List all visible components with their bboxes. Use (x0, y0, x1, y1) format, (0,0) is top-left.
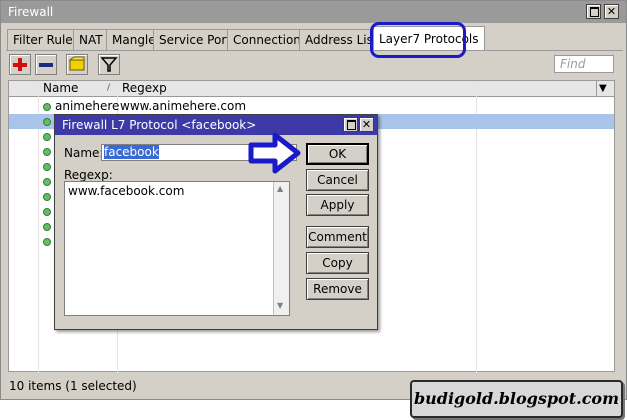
status-dot-icon (43, 103, 51, 111)
cancel-button[interactable]: Cancel (306, 169, 369, 191)
apply-button[interactable]: Apply (306, 194, 369, 216)
table-row[interactable]: animehere www.animehere.com (9, 99, 614, 114)
close-button[interactable]: ✕ (604, 4, 619, 19)
header-regexp[interactable]: Regexp (118, 81, 477, 97)
row-name: animehere (55, 99, 120, 113)
window-title: Firewall (8, 5, 54, 19)
header-extra (477, 81, 597, 97)
status-bar: 10 items (1 selected) (9, 379, 137, 393)
status-dot-icon (43, 193, 51, 201)
name-label: Name: (64, 146, 104, 160)
add-button[interactable] (9, 54, 31, 75)
maximize-icon (347, 120, 356, 130)
status-dot-icon (43, 223, 51, 231)
regexp-label: Regexp: (64, 168, 113, 182)
regexp-scrollbar[interactable]: ▲ ▼ (273, 182, 289, 315)
filter-button[interactable] (98, 54, 120, 75)
close-icon: ✕ (361, 118, 372, 131)
column-menu-icon[interactable]: ▼ (599, 83, 607, 94)
note-icon (68, 56, 85, 71)
status-dot-icon (43, 133, 51, 141)
dialog-titlebar: Firewall L7 Protocol <facebook> ✕ (55, 115, 377, 135)
scroll-up-icon[interactable]: ▲ (277, 184, 283, 193)
status-dot-icon (43, 178, 51, 186)
status-dot-icon (43, 118, 51, 126)
status-dot-icon (43, 148, 51, 156)
maximize-icon (590, 7, 599, 17)
sort-icon: / (107, 83, 111, 93)
header-name[interactable]: Name / (39, 81, 118, 97)
scroll-down-icon[interactable]: ▼ (277, 301, 283, 310)
tab-divider (6, 50, 623, 51)
header-flag-column (9, 81, 39, 97)
status-dot-icon (43, 208, 51, 216)
arrow-annotation-icon (248, 132, 301, 174)
dialog-close-button[interactable]: ✕ (359, 117, 374, 132)
dialog-maximize-button[interactable] (343, 117, 358, 132)
watermark: budigold.blogspot.com (410, 380, 623, 418)
dialog-title: Firewall L7 Protocol <facebook> (62, 118, 257, 132)
plus-icon (13, 58, 27, 71)
tab-nat[interactable]: NAT (73, 29, 109, 50)
comment-button[interactable] (66, 54, 88, 75)
status-dot-icon (43, 163, 51, 171)
funnel-icon (100, 57, 118, 72)
ok-button[interactable]: OK (306, 143, 369, 165)
remove-dialog-button[interactable]: Remove (306, 278, 369, 300)
find-input[interactable]: Find (554, 55, 614, 73)
remove-button[interactable] (35, 54, 57, 75)
comment-dialog-button[interactable]: Comment (306, 226, 369, 248)
tab-highlight-annotation (370, 22, 466, 58)
maximize-button[interactable] (586, 4, 601, 19)
minus-icon (39, 63, 53, 67)
window-titlebar: Firewall ✕ (1, 1, 626, 23)
regexp-textarea[interactable]: www.facebook.com (64, 181, 290, 316)
table-header: Name / Regexp ▼ (9, 81, 614, 97)
l7-protocol-dialog: Firewall L7 Protocol <facebook> ✕ Name: … (54, 114, 378, 330)
row-regexp: www.animehere.com (120, 99, 247, 113)
copy-button[interactable]: Copy (306, 252, 369, 274)
name-value: facebook (104, 145, 159, 159)
status-dot-icon (43, 238, 51, 246)
close-icon: ✕ (606, 5, 617, 18)
